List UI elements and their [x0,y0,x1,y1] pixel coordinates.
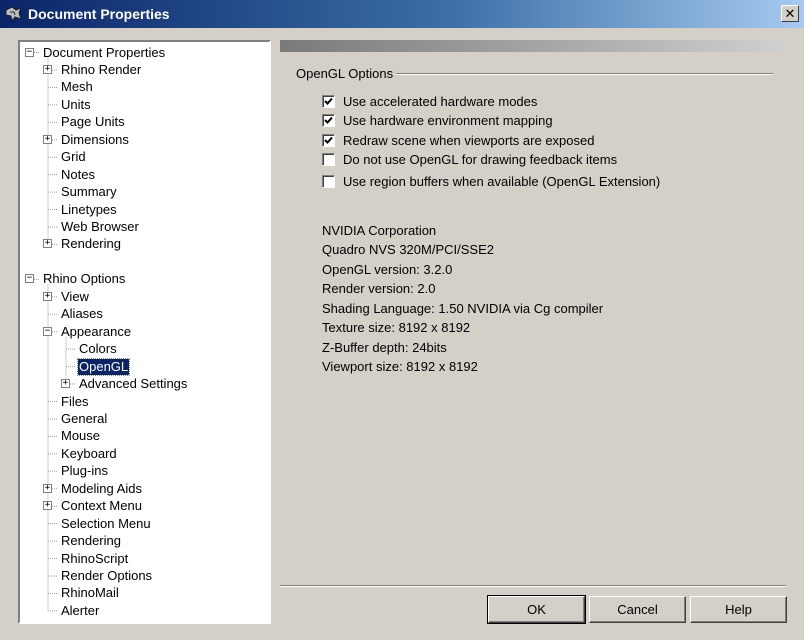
tree-item-modeling-aids[interactable]: Modeling Aids [60,481,143,497]
tree-item-view[interactable]: View [60,289,90,305]
group-divider [396,73,773,75]
environment-mapping-label: Use hardware environment mapping [343,113,553,128]
tree-item-rhino-render[interactable]: Rhino Render [60,62,142,78]
tree-item-general[interactable]: General [60,411,108,427]
region-buffers-checkbox[interactable] [322,175,335,188]
tree-item-units[interactable]: Units [60,97,92,113]
redraw-scene-checkbox[interactable] [322,134,335,147]
viewport-size: Viewport size: 8192 x 8192 [322,359,478,374]
tree-item-summary[interactable]: Summary [60,184,118,200]
no-opengl-feedback-label: Do not use OpenGL for drawing feedback i… [343,152,618,167]
expand-icon[interactable]: + [43,134,52,144]
gpu-vendor: NVIDIA Corporation [322,223,437,238]
expand-icon[interactable]: + [43,291,52,301]
accelerated-hardware-label: Use accelerated hardware modes [343,94,538,109]
checkmark-icon [324,136,333,144]
tree-item-plug-ins[interactable]: Plug-ins [60,463,109,479]
tree-item-appearance[interactable]: Appearance [60,324,132,340]
tree-item-rendering[interactable]: Rendering [60,533,122,549]
tree-item-mesh[interactable]: Mesh [60,79,94,95]
opengl-version: OpenGL version: 3.2.0 [322,262,453,277]
tree-item-mouse[interactable]: Mouse [60,428,101,444]
close-button[interactable]: ✕ [781,5,799,22]
tree-item-linetypes[interactable]: Linetypes [60,202,118,218]
opengl-options-group-title: OpenGL Options [296,66,394,81]
no-opengl-feedback-checkbox[interactable] [322,153,335,166]
tree-item-aliases[interactable]: Aliases [60,306,104,322]
collapse-icon[interactable]: − [43,326,52,336]
accelerated-hardware-checkbox[interactable] [322,95,335,108]
expand-icon[interactable]: + [43,501,52,511]
tree-item-dimensions[interactable]: Dimensions [60,132,130,148]
tree-item-advanced-settings[interactable]: Advanced Settings [78,376,188,392]
tree-connector-lines [30,52,75,612]
tree-item-opengl[interactable]: OpenGL [76,357,131,376]
tree-item-selection-menu[interactable]: Selection Menu [60,516,152,532]
title-bar[interactable]: Document Properties ✕ [0,0,804,28]
render-version: Render version: 2.0 [322,281,436,296]
checkmark-icon [324,116,333,124]
collapse-icon[interactable]: − [25,274,34,284]
tree-item-grid[interactable]: Grid [60,149,87,165]
ok-button[interactable]: OK [487,595,586,624]
cancel-button[interactable]: Cancel [589,596,686,623]
tree-item-document-properties[interactable]: Document Properties [42,45,166,61]
bottom-separator [280,585,786,587]
expand-icon[interactable]: + [43,483,52,493]
tree-item-colors[interactable]: Colors [78,341,118,357]
header-gradient-strip [280,40,786,52]
shading-language: Shading Language: 1.50 NVIDIA via Cg com… [322,301,604,316]
region-buffers-label: Use region buffers when available (OpenG… [343,174,661,189]
tree-item-alerter[interactable]: Alerter [60,603,100,619]
tree-item-rhino-options[interactable]: Rhino Options [42,271,126,287]
tree-item-files[interactable]: Files [60,394,89,410]
texture-size: Texture size: 8192 x 8192 [322,320,471,335]
environment-mapping-checkbox[interactable] [322,114,335,127]
window-title: Document Properties [28,6,170,22]
help-button[interactable]: Help [690,596,787,623]
collapse-icon[interactable]: − [25,47,34,57]
tree-item-rendering[interactable]: Rendering [60,236,122,252]
tree-item-rhinomail[interactable]: RhinoMail [60,585,120,601]
options-tree[interactable]: Document Properties − Rhino Render + Mesh Uni… [18,40,271,624]
expand-icon[interactable]: + [43,239,52,249]
tree-item-render-options[interactable]: Render Options [60,568,153,584]
tree-item-context-menu[interactable]: Context Menu [60,498,143,514]
zbuffer-depth: Z-Buffer depth: 24bits [322,340,447,355]
tree-item-notes[interactable]: Notes [60,167,96,183]
gpu-renderer: Quadro NVS 320M/PCI/SSE2 [322,242,494,257]
document-properties-dialog: Document Properties ✕ Document Propertie… [0,0,804,640]
expand-icon[interactable]: + [43,64,52,74]
expand-icon[interactable]: + [61,379,70,389]
tree-item-keyboard[interactable]: Keyboard [60,446,118,462]
rhino-app-icon [5,6,22,23]
tree-item-web-browser[interactable]: Web Browser [60,219,140,235]
redraw-scene-label: Redraw scene when viewports are exposed [343,133,595,148]
tree-item-page-units[interactable]: Page Units [60,114,126,130]
tree-item-rhinoscript[interactable]: RhinoScript [60,551,129,567]
checkmark-icon [324,97,333,105]
